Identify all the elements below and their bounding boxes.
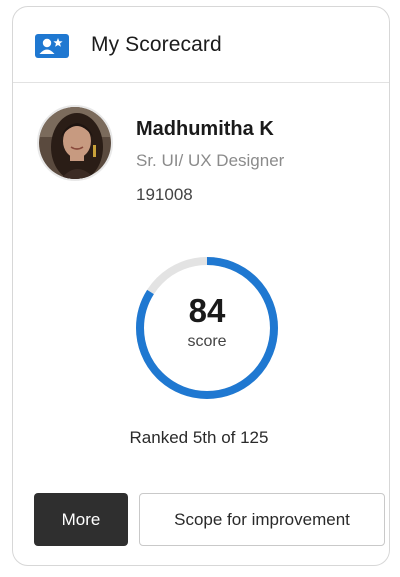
more-button[interactable]: More [34, 493, 128, 546]
card-header: My Scorecard [13, 7, 389, 83]
employee-role: Sr. UI/ UX Designer [136, 151, 285, 170]
employee-name: Madhumitha K [136, 118, 274, 140]
score-value: 84 [188, 292, 226, 329]
scope-for-improvement-button[interactable]: Scope for improvement [139, 493, 385, 546]
score-label: score [187, 333, 227, 350]
avatar [37, 105, 113, 181]
user-card-icon [34, 31, 70, 61]
employee-id: 191008 [136, 185, 193, 204]
scorecard-card: My Scorecard Madhumitha K Sr. UI/ UX Des… [12, 6, 390, 566]
card-title: My Scorecard [91, 33, 222, 56]
rank-text: Ranked 5th of 125 [129, 428, 269, 447]
